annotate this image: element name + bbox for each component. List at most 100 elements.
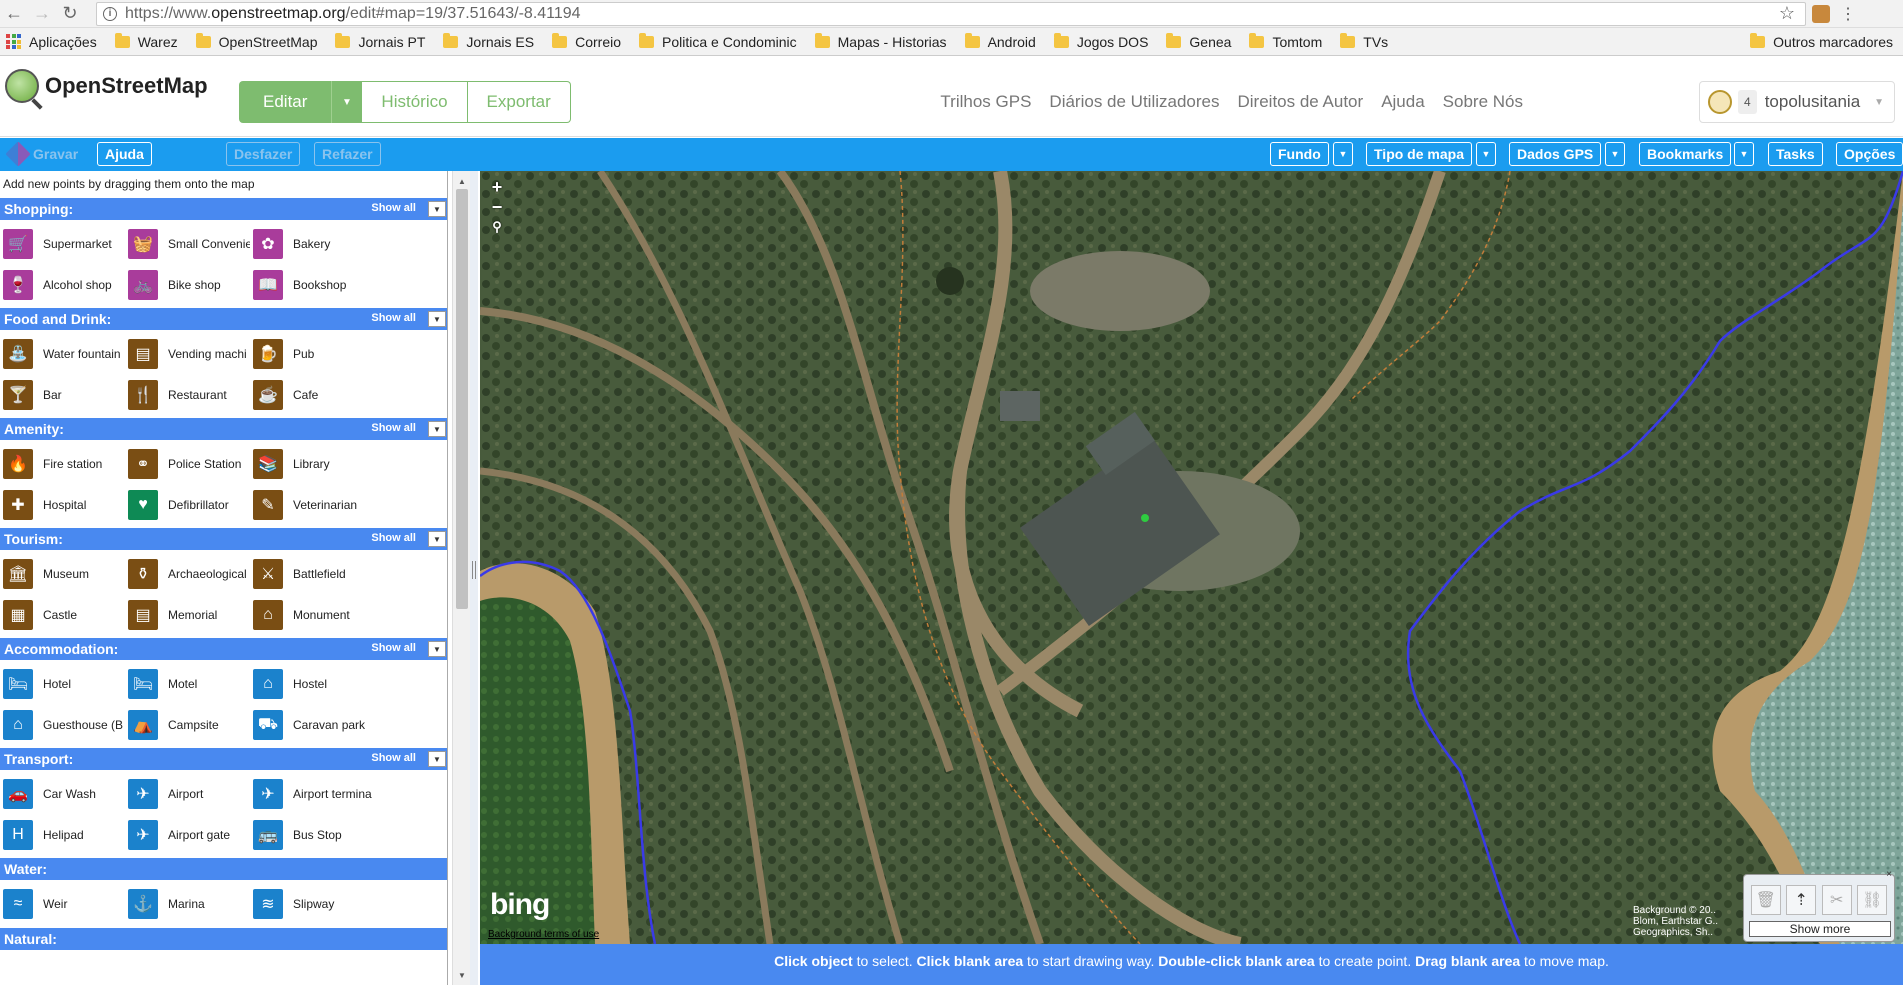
poi-item[interactable]: 🍷 Alcohol shop bbox=[0, 265, 125, 305]
section-header[interactable]: Water: bbox=[0, 858, 447, 880]
redo-button[interactable]: Refazer bbox=[314, 142, 381, 166]
poi-item[interactable]: H Helipad bbox=[0, 815, 125, 855]
bookmark-star-icon[interactable]: ☆ bbox=[1779, 3, 1795, 24]
show-more-button[interactable]: Show more bbox=[1749, 921, 1891, 937]
tasks-button[interactable]: Tasks bbox=[1768, 142, 1823, 166]
show-all-link[interactable]: Show all bbox=[371, 312, 416, 324]
poi-item[interactable]: 🛏 Hotel bbox=[0, 664, 125, 704]
edit-button[interactable]: Editar bbox=[239, 81, 332, 123]
bookmark-item[interactable]: Tomtom bbox=[1249, 32, 1322, 50]
splitter-grip[interactable] bbox=[472, 561, 476, 579]
poi-item[interactable]: ✿ Bakery bbox=[250, 224, 400, 264]
link-tool-icon[interactable]: ⛓ bbox=[1857, 885, 1888, 915]
export-button[interactable]: Exportar bbox=[467, 81, 571, 123]
poi-item[interactable]: 🍸 Bar bbox=[0, 375, 125, 415]
bookmark-item[interactable]: Mapas - Historias bbox=[814, 32, 947, 50]
close-icon[interactable]: × bbox=[1886, 869, 1892, 880]
straighten-tool-icon[interactable]: ⇡ bbox=[1786, 885, 1817, 915]
poi-item[interactable]: ⛺ Campsite bbox=[125, 705, 250, 745]
poi-item[interactable]: 📚 Library bbox=[250, 444, 400, 484]
section-header[interactable]: Accommodation: Show all ▼ bbox=[0, 638, 447, 660]
scissors-tool-icon[interactable]: ✂ bbox=[1821, 885, 1852, 915]
save-button[interactable]: Gravar bbox=[2, 141, 86, 167]
poi-item[interactable]: ≈ Weir bbox=[0, 884, 125, 924]
section-header[interactable]: Transport: Show all ▼ bbox=[0, 748, 447, 770]
poi-item[interactable]: 📖 Bookshop bbox=[250, 265, 400, 305]
bookmark-item[interactable]: Jornais ES bbox=[443, 32, 534, 50]
poi-item[interactable]: ♥ Defibrillator bbox=[125, 485, 250, 525]
poi-item[interactable]: 🍺 Pub bbox=[250, 334, 400, 374]
poi-item[interactable]: ≋ Slipway bbox=[250, 884, 400, 924]
poi-item[interactable]: 🚌 Bus Stop bbox=[250, 815, 400, 855]
section-dropdown-icon[interactable]: ▼ bbox=[428, 311, 446, 327]
bookmarks-caret-icon[interactable]: ▼ bbox=[1734, 142, 1754, 166]
map-type-button[interactable]: Tipo de mapa bbox=[1366, 142, 1472, 166]
scroll-down-icon[interactable]: ▼ bbox=[453, 967, 471, 983]
user-menu[interactable]: 4 topolusitania ▼ bbox=[1699, 81, 1895, 123]
forward-icon[interactable]: → bbox=[28, 0, 56, 28]
section-dropdown-icon[interactable]: ▼ bbox=[428, 641, 446, 657]
poi-item[interactable]: ☕ Cafe bbox=[250, 375, 400, 415]
bookmark-item[interactable]: Jogos DOS bbox=[1053, 32, 1148, 50]
poi-item[interactable]: ✚ Hospital bbox=[0, 485, 125, 525]
bookmark-item[interactable]: Warez bbox=[114, 32, 178, 50]
poi-item[interactable]: ⚓ Marina bbox=[125, 884, 250, 924]
poi-item[interactable]: ⌂ Monument bbox=[250, 595, 400, 635]
undo-button[interactable]: Desfazer bbox=[226, 142, 301, 166]
poi-item[interactable]: ✈ Airport gate bbox=[125, 815, 250, 855]
nav-help[interactable]: Ajuda bbox=[1381, 92, 1424, 112]
gps-data-caret-icon[interactable]: ▼ bbox=[1605, 142, 1625, 166]
bookmark-apps[interactable]: Aplicações bbox=[6, 34, 97, 50]
nav-about[interactable]: Sobre Nós bbox=[1443, 92, 1523, 112]
poi-item[interactable]: ▤ Memorial bbox=[125, 595, 250, 635]
bookmarks-button[interactable]: Bookmarks bbox=[1639, 142, 1732, 166]
poi-item[interactable]: 🚲 Bike shop bbox=[125, 265, 250, 305]
poi-item[interactable]: ⌂ Guesthouse (B bbox=[0, 705, 125, 745]
bookmark-other[interactable]: Outros marcadores bbox=[1750, 33, 1893, 50]
poi-item[interactable]: 🍴 Restaurant bbox=[125, 375, 250, 415]
poi-item[interactable]: 🔥 Fire station bbox=[0, 444, 125, 484]
poi-item[interactable]: ⚱ Archaeological bbox=[125, 554, 250, 594]
edit-dropdown-caret[interactable]: ▼ bbox=[331, 81, 362, 123]
nav-gps-traces[interactable]: Trilhos GPS bbox=[940, 92, 1031, 112]
poi-item[interactable]: ⚭ Police Station bbox=[125, 444, 250, 484]
poi-item[interactable]: ▤ Vending machi bbox=[125, 334, 250, 374]
url-input[interactable]: i https://www.openstreetmap.org/edit#map… bbox=[96, 1, 1806, 26]
poi-item[interactable]: ▦ Castle bbox=[0, 595, 125, 635]
poi-item[interactable]: ⛲ Water fountain bbox=[0, 334, 125, 374]
panel-splitter[interactable] bbox=[470, 171, 478, 985]
help-button[interactable]: Ajuda bbox=[97, 142, 152, 166]
delete-tool-icon[interactable]: 🗑 bbox=[1750, 885, 1781, 915]
back-icon[interactable]: ← bbox=[0, 0, 28, 28]
bookmark-item[interactable]: Android bbox=[964, 32, 1036, 50]
section-dropdown-icon[interactable]: ▼ bbox=[428, 751, 446, 767]
bookmark-item[interactable]: Correio bbox=[552, 32, 621, 50]
show-all-link[interactable]: Show all bbox=[371, 642, 416, 654]
poi-item[interactable]: ⛟ Caravan park bbox=[250, 705, 400, 745]
extension-icon[interactable] bbox=[1812, 4, 1830, 23]
bookmark-item[interactable]: TVs bbox=[1340, 32, 1388, 50]
zoom-out-button[interactable]: − bbox=[486, 197, 508, 217]
search-icon[interactable]: ⚲ bbox=[486, 217, 508, 237]
bookmark-item[interactable]: OpenStreetMap bbox=[195, 32, 317, 50]
gps-data-button[interactable]: Dados GPS bbox=[1509, 142, 1602, 166]
zoom-in-button[interactable]: + bbox=[486, 177, 508, 197]
bookmark-item[interactable]: Jornais PT bbox=[335, 32, 425, 50]
poi-item[interactable]: ✈ Airport bbox=[125, 774, 250, 814]
poi-item[interactable]: 🏛 Museum bbox=[0, 554, 125, 594]
bookmark-item[interactable]: Politica e Condominic bbox=[639, 32, 797, 50]
show-all-link[interactable]: Show all bbox=[371, 752, 416, 764]
options-button[interactable]: Opções bbox=[1836, 142, 1903, 166]
show-all-link[interactable]: Show all bbox=[371, 532, 416, 544]
reload-icon[interactable]: ↻ bbox=[56, 0, 84, 28]
section-dropdown-icon[interactable]: ▼ bbox=[428, 201, 446, 217]
section-dropdown-icon[interactable]: ▼ bbox=[428, 421, 446, 437]
poi-item[interactable]: ✈ Airport termina bbox=[250, 774, 400, 814]
poi-item[interactable]: ⌂ Hostel bbox=[250, 664, 400, 704]
scroll-thumb[interactable] bbox=[456, 189, 468, 609]
osm-logo[interactable]: OpenStreetMap bbox=[5, 69, 208, 103]
history-button[interactable]: Histórico bbox=[361, 81, 468, 123]
section-header[interactable]: Natural: bbox=[0, 928, 447, 950]
map-canvas[interactable]: + − ⚲ bing Background terms of use Backg… bbox=[480, 171, 1903, 944]
background-caret-icon[interactable]: ▼ bbox=[1333, 142, 1353, 166]
